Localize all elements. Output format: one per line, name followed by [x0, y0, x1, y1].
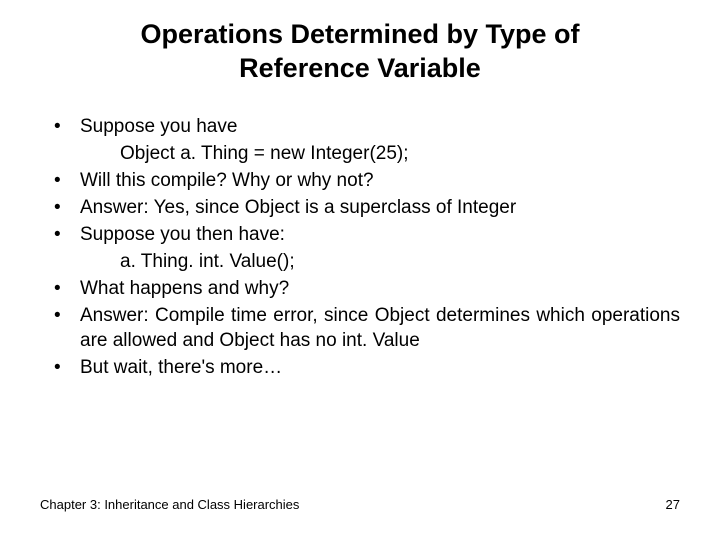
slide-footer: Chapter 3: Inheritance and Class Hierarc…	[40, 497, 680, 512]
bullet-item: Answer: Compile time error, since Object…	[40, 303, 680, 353]
footer-chapter: Chapter 3: Inheritance and Class Hierarc…	[40, 497, 299, 512]
bullet-list: What happens and why? Answer: Compile ti…	[40, 276, 680, 380]
bullet-list: Will this compile? Why or why not? Answe…	[40, 168, 680, 247]
slide-content: Suppose you have Object a. Thing = new I…	[40, 114, 680, 381]
bullet-list: Suppose you have	[40, 114, 680, 139]
bullet-text: Answer: Compile time error, since Object…	[80, 305, 680, 351]
bullet-text: But wait, there's more…	[80, 357, 282, 378]
bullet-item: What happens and why?	[40, 276, 680, 301]
title-line-1: Operations Determined by Type of	[140, 19, 579, 49]
bullet-text: Will this compile? Why or why not?	[80, 170, 374, 191]
bullet-item: Answer: Yes, since Object is a superclas…	[40, 195, 680, 220]
bullet-item: Suppose you then have:	[40, 222, 680, 247]
title-line-2: Reference Variable	[239, 53, 481, 83]
code-line: Object a. Thing = new Integer(25);	[40, 141, 680, 166]
bullet-text: Suppose you have	[80, 116, 237, 137]
bullet-text: What happens and why?	[80, 278, 289, 299]
bullet-text: Suppose you then have:	[80, 224, 285, 245]
bullet-item: Will this compile? Why or why not?	[40, 168, 680, 193]
code-line: a. Thing. int. Value();	[40, 249, 680, 274]
bullet-text: Answer: Yes, since Object is a superclas…	[80, 197, 516, 218]
bullet-item: But wait, there's more…	[40, 355, 680, 380]
slide-title: Operations Determined by Type of Referen…	[80, 18, 640, 86]
slide: Operations Determined by Type of Referen…	[0, 0, 720, 540]
footer-page-number: 27	[666, 497, 680, 512]
bullet-item: Suppose you have	[40, 114, 680, 139]
